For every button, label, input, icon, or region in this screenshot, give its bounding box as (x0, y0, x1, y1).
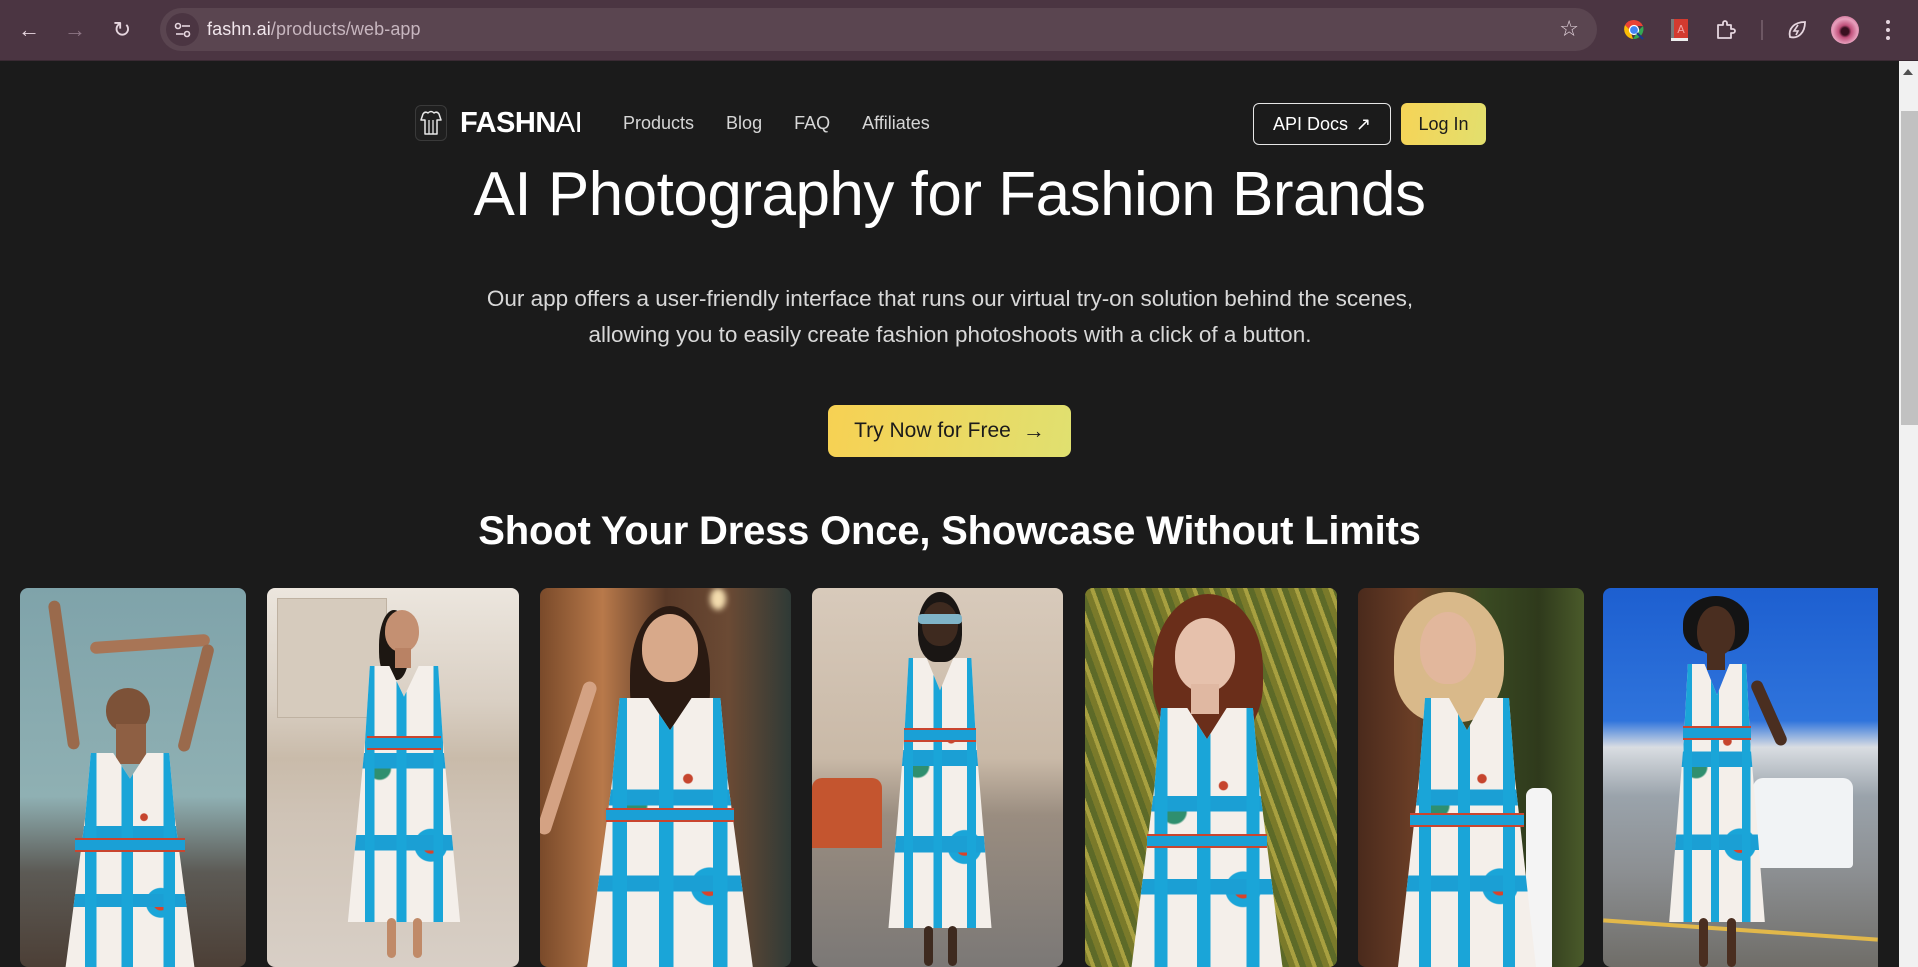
model-leg (1727, 918, 1736, 967)
hero-title: AI Photography for Fashion Brands (473, 160, 1426, 229)
model-head (1697, 606, 1735, 656)
model-leg (948, 926, 957, 966)
extensions-button[interactable] (1712, 16, 1740, 44)
leaf-bolt-icon (1788, 21, 1806, 39)
logo-wordmark: FASHNAI (460, 106, 583, 140)
model-leg (924, 926, 933, 966)
model-neck (1707, 650, 1725, 670)
back-button[interactable]: ← (13, 14, 45, 46)
scrollbar-thumb[interactable] (1901, 111, 1918, 425)
gallery-photo[interactable] (1603, 588, 1878, 967)
profile-avatar[interactable] (1831, 16, 1859, 44)
url-text[interactable]: fashn.ai/products/web-app (207, 19, 421, 40)
bookmark-star-button[interactable]: ☆ (1559, 16, 1579, 42)
nav-faq[interactable]: FAQ (794, 113, 830, 134)
gallery-photo[interactable] (20, 588, 246, 967)
model-head (1175, 618, 1235, 692)
site-nav: Products Blog FAQ Affiliates (623, 113, 962, 134)
arrow-right-icon: → (1022, 418, 1045, 443)
kebab-dot (1886, 28, 1890, 32)
gallery-photo[interactable] (1358, 588, 1584, 967)
login-button[interactable]: Log In (1401, 103, 1486, 145)
cta-label: Try Now for Free (854, 419, 1011, 442)
site-info-button[interactable] (166, 13, 199, 46)
arrow-left-icon: ← (18, 17, 40, 42)
chrome-lens-extension-icon (1624, 19, 1644, 40)
tune-icon (174, 22, 190, 37)
browser-menu-button[interactable] (1882, 16, 1894, 44)
model-head (642, 614, 698, 682)
red-book-extension-icon: A (1671, 19, 1688, 41)
gallery-photo[interactable] (540, 588, 791, 967)
logo-light: AI (555, 106, 583, 139)
dress-waistband (1147, 834, 1267, 848)
logo-bold: FASHN (460, 106, 556, 139)
dress-waistband (904, 728, 976, 742)
red-car (812, 778, 882, 848)
dress-waistband (1683, 726, 1751, 740)
gallery-photo[interactable] (812, 588, 1063, 967)
kebab-dot (1886, 36, 1890, 40)
url-host: fashn.ai (207, 19, 271, 39)
model-neck (116, 724, 146, 764)
tshirt-logo-icon (420, 110, 442, 135)
browser-toolbar: ← → ↻ fashn.ai/products/web-app ☆ A (0, 0, 1918, 61)
star-icon: ☆ (1559, 16, 1579, 41)
dress-waistband (75, 838, 185, 852)
svg-text:A: A (1677, 23, 1685, 36)
gallery-photo[interactable] (267, 588, 519, 967)
book-extension-button[interactable]: A (1666, 16, 1694, 44)
model-leg (387, 918, 396, 958)
page-viewport: FASHNAI Products Blog FAQ Affiliates API… (0, 61, 1899, 967)
lens-extension-button[interactable] (1620, 16, 1648, 44)
api-docs-label: API Docs (1272, 113, 1348, 134)
model-leg (1699, 918, 1708, 967)
model-head (385, 610, 419, 652)
puzzle-extensions-icon (1717, 20, 1736, 39)
arrow-right-icon: → (64, 17, 86, 42)
login-label: Log In (1418, 113, 1469, 134)
api-docs-button[interactable]: API Docs ↗ (1253, 103, 1391, 145)
model-neck (1191, 684, 1219, 714)
url-path: /products/web-app (270, 19, 421, 39)
reload-icon: ↻ (112, 17, 132, 42)
nav-affiliates[interactable]: Affiliates (862, 113, 930, 134)
nav-products[interactable]: Products (623, 113, 694, 134)
scroll-up-arrow-icon[interactable] (1903, 69, 1913, 75)
kebab-menu-icon (1886, 20, 1890, 24)
external-link-icon: ↗ (1355, 113, 1372, 134)
page-scrollbar[interactable] (1899, 61, 1918, 967)
model-head (922, 602, 958, 646)
toolbar-divider (1761, 20, 1763, 40)
nav-blog[interactable]: Blog (726, 113, 762, 134)
reload-button[interactable]: ↻ (106, 14, 138, 46)
forward-button[interactable]: → (59, 14, 91, 46)
model-head (1420, 612, 1476, 684)
address-bar[interactable]: fashn.ai/products/web-app ☆ (160, 8, 1597, 51)
model-neck (395, 648, 411, 668)
dress-waistband (367, 736, 441, 750)
try-now-button[interactable]: Try Now for Free → (828, 405, 1071, 457)
site-logo[interactable]: FASHNAI (415, 105, 583, 141)
bokeh-light (710, 588, 726, 610)
dress-waistband (606, 808, 734, 822)
dress-waistband (1410, 813, 1524, 827)
model-leg (413, 918, 422, 958)
sunglasses (918, 614, 962, 624)
gallery-title: Shoot Your Dress Once, Showcase Without … (478, 509, 1421, 553)
performance-button[interactable] (1783, 16, 1811, 44)
hero-subtitle: Our app offers a user-friendly interface… (486, 286, 1414, 347)
logo-mark (415, 105, 447, 141)
gallery-photo[interactable] (1085, 588, 1337, 967)
white-van (1753, 778, 1853, 868)
